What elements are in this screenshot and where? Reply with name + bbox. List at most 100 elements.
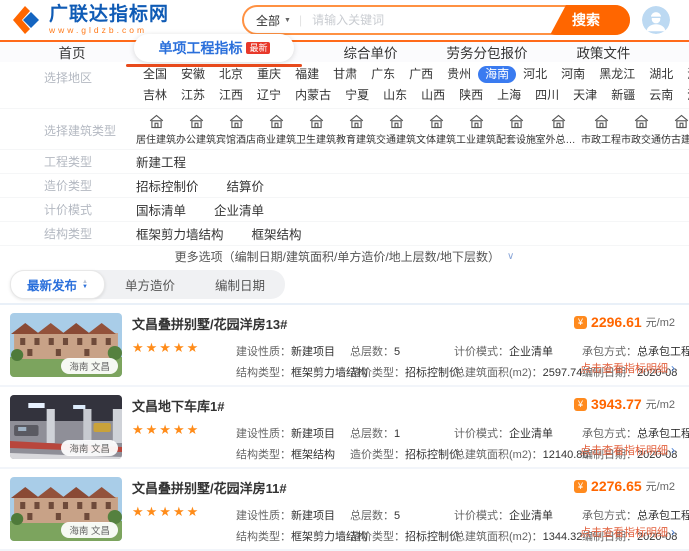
item-title[interactable]: 文昌叠拼别墅/花园洋房13# — [132, 314, 512, 333]
item-title[interactable]: 文昌叠拼别墅/花园洋房11# — [132, 478, 512, 497]
filter-option[interactable]: 结算价 — [227, 176, 265, 195]
building-icon — [428, 112, 445, 130]
result-list: 海南 文昌 文昌叠拼别墅/花园洋房13# ¥ 2296.61 元/m2 ★★★★… — [0, 303, 689, 551]
sort-unit-price[interactable]: 单方造价 — [105, 270, 195, 299]
filter-label-structure-type: 结构类型 — [44, 225, 136, 242]
item-field: 结构类型：框架剪力墙结构 — [236, 528, 350, 544]
search-category-dropdown[interactable]: 全部 ▼ — [256, 12, 291, 29]
region-option[interactable]: 陕西 — [452, 87, 490, 104]
region-option[interactable]: 广东 — [364, 66, 402, 83]
region-option[interactable]: 福建 — [288, 66, 326, 83]
building-type-option[interactable]: 市政工程 — [581, 112, 621, 146]
nav-labor-subcontract-quote[interactable]: 劳务分包报价 — [446, 42, 527, 62]
building-icon — [268, 112, 285, 130]
item-field: 造价类型：招标控制价 — [350, 364, 454, 380]
region-option[interactable]: 全国 — [136, 66, 174, 83]
region-option[interactable]: 江西 — [212, 87, 250, 104]
region-option[interactable]: 新疆 — [604, 87, 642, 104]
building-icon — [673, 112, 689, 130]
more-options-toggle[interactable]: 更多选项（编制日期/建筑面积/单方造价/地上层数/地下层数） ∨ — [0, 246, 689, 266]
region-option[interactable]: 贵州 — [440, 66, 478, 83]
region-option[interactable]: 辽宁 — [250, 87, 288, 104]
unit-price: ¥ 2296.61 元/m2 — [574, 314, 675, 330]
building-icon — [550, 112, 567, 130]
thumbnail[interactable]: 海南 文昌 — [10, 477, 122, 541]
filter-row-pricing-mode: 计价模式 国标清单企业清单 — [0, 198, 689, 222]
item-field: 造价类型：招标控制价 — [350, 528, 454, 544]
sort-compile-date[interactable]: 编制日期 — [195, 270, 285, 299]
filter-option[interactable]: 框架剪力墙结构 — [136, 224, 224, 243]
region-option[interactable]: 天津 — [566, 87, 604, 104]
region-option[interactable]: 江苏 — [174, 87, 212, 104]
building-type-option[interactable]: 卫生建筑 — [296, 112, 336, 146]
region-option[interactable]: 山西 — [414, 87, 452, 104]
sort-latest[interactable]: 最新发布 ▲ ▼ — [10, 270, 105, 299]
filter-option[interactable]: 企业清单 — [214, 200, 264, 219]
item-field: 计价模式：企业清单 — [454, 343, 582, 359]
building-type-option[interactable]: 工业建筑 — [456, 112, 496, 146]
nav-single-project-index[interactable]: 单项工程指标 最新 — [134, 34, 294, 62]
building-type-option[interactable]: 宾馆酒店 — [216, 112, 256, 146]
nav-composite-unit-price[interactable]: 综合单价 — [343, 42, 397, 62]
region-option[interactable]: 甘肃 — [326, 66, 364, 83]
region-option[interactable]: 四川 — [528, 87, 566, 104]
view-detail-link[interactable]: 点击查看指标明细 › — [580, 442, 675, 458]
region-option[interactable]: 湖北 — [642, 66, 680, 83]
building-type-option[interactable]: 教育建筑 — [336, 112, 376, 146]
region-option[interactable]: 湖南 — [680, 66, 689, 83]
building-icon — [468, 112, 485, 130]
brand-logo-icon — [10, 3, 44, 37]
region-option[interactable]: 山东 — [376, 87, 414, 104]
item-title[interactable]: 文昌地下车库1# — [132, 396, 512, 415]
region-option[interactable]: 北京 — [212, 66, 250, 83]
filter-option[interactable]: 框架结构 — [252, 224, 302, 243]
thumbnail[interactable]: 海南 文昌 — [10, 313, 122, 377]
filter-option[interactable]: 新建工程 — [136, 152, 186, 171]
user-avatar[interactable] — [642, 6, 670, 34]
chevron-right-icon: › — [671, 526, 675, 538]
nav-home[interactable]: 首页 — [58, 42, 85, 62]
region-option[interactable]: 海南 — [478, 66, 516, 83]
region-option[interactable]: 吉林 — [136, 87, 174, 104]
region-option[interactable]: 黑龙江 — [592, 66, 642, 83]
nav-policy-documents[interactable]: 政策文件 — [576, 42, 630, 62]
view-detail-link[interactable]: 点击查看指标明细 › — [580, 524, 675, 540]
brand-logo[interactable]: 广联达指标网 www.gldzb.com — [10, 3, 242, 37]
filter-row-structure-type: 结构类型 框架剪力墙结构 框架结构 — [0, 222, 689, 246]
region-option[interactable]: 广西 — [402, 66, 440, 83]
building-type-option[interactable]: 居住建筑 — [136, 112, 176, 146]
building-type-option[interactable]: 室外总体... — [536, 112, 581, 146]
region-option[interactable]: 浙江 — [680, 87, 689, 104]
region-option[interactable]: 重庆 — [250, 66, 288, 83]
building-type-option[interactable]: 办公建筑 — [176, 112, 216, 146]
building-type-option[interactable]: 仿古建筑 — [661, 112, 689, 146]
list-item: 海南 文昌 文昌地下车库1# ¥ 3943.77 元/m2 ★★★★★ 建设性质… — [0, 387, 689, 469]
star-rating: ★★★★★ — [132, 340, 236, 382]
region-option[interactable]: 宁夏 — [338, 87, 376, 104]
thumbnail[interactable]: 海南 文昌 — [10, 395, 122, 459]
building-type-option[interactable]: 交通建筑 — [376, 112, 416, 146]
building-icon — [388, 112, 405, 130]
filter-option[interactable]: 国标清单 — [136, 200, 186, 219]
region-option[interactable]: 安徽 — [174, 66, 212, 83]
item-field: 承包方式：总承包工程 — [582, 425, 689, 441]
building-type-option[interactable]: 商业建筑 — [256, 112, 296, 146]
item-field: 总建筑面积(m2)：1344.32 — [454, 528, 582, 544]
region-option[interactable]: 河南 — [554, 66, 592, 83]
caret-down-icon: ▼ — [284, 17, 291, 24]
building-type-option[interactable]: 文体建筑 — [416, 112, 456, 146]
building-type-option[interactable]: 配套设施 — [496, 112, 536, 146]
item-field: 计价模式：企业清单 — [454, 425, 582, 441]
region-option[interactable]: 上海 — [490, 87, 528, 104]
chevron-right-icon: › — [671, 444, 675, 456]
region-option[interactable]: 云南 — [642, 87, 680, 104]
building-type-option[interactable]: 市政交通 — [621, 112, 661, 146]
item-field: 造价类型：招标控制价 — [350, 446, 454, 462]
region-option[interactable]: 内蒙古 — [288, 87, 338, 104]
filter-option[interactable]: 招标控制价 — [136, 176, 199, 195]
view-detail-link[interactable]: 点击查看指标明细 › — [580, 360, 675, 376]
search-bar: 全部 ▼ | 搜索 — [242, 5, 630, 35]
price-unit: 元/m2 — [646, 396, 675, 412]
building-icon — [228, 112, 245, 130]
region-option[interactable]: 河北 — [516, 66, 554, 83]
